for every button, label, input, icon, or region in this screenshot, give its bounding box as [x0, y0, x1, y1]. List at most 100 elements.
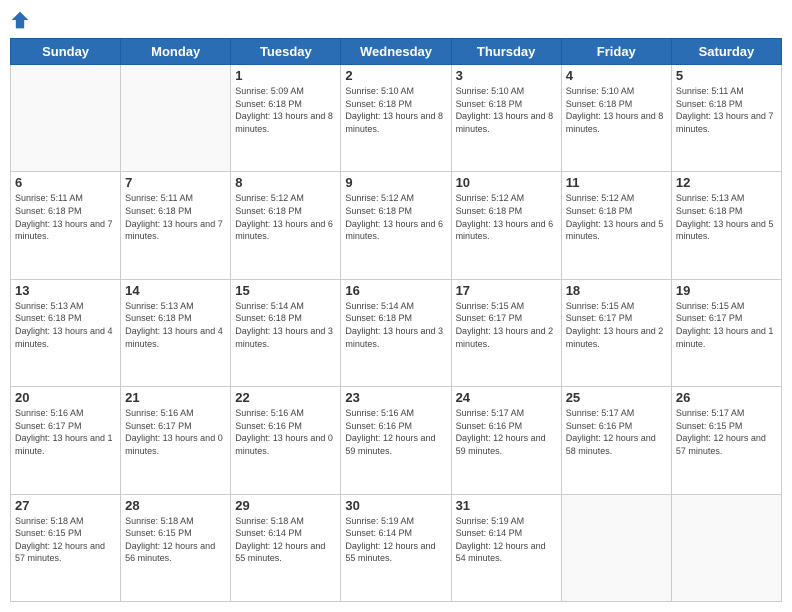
day-cell: 16 Sunrise: 5:14 AM Sunset: 6:18 PM Dayli…: [341, 279, 451, 386]
day-info: Sunrise: 5:16 AM Sunset: 6:17 PM Dayligh…: [15, 407, 116, 457]
day-info: Sunrise: 5:09 AM Sunset: 6:18 PM Dayligh…: [235, 85, 336, 135]
day-number: 13: [15, 283, 116, 298]
day-number: 6: [15, 175, 116, 190]
day-cell: 1 Sunrise: 5:09 AM Sunset: 6:18 PM Daylig…: [231, 65, 341, 172]
day-cell: [561, 494, 671, 601]
header-row: SundayMondayTuesdayWednesdayThursdayFrid…: [11, 39, 782, 65]
logo-icon: [10, 10, 30, 30]
page: SundayMondayTuesdayWednesdayThursdayFrid…: [0, 0, 792, 612]
day-cell: 13Sunrise: 5:13 AM Sunset: 6:18 PM Dayli…: [11, 279, 121, 386]
day-info: Sunrise: 5:18 AM Sunset: 6:15 PM Dayligh…: [15, 515, 116, 565]
day-info: Sunrise: 5:19 AM Sunset: 6:14 PM Dayligh…: [456, 515, 557, 565]
day-cell: 23 Sunrise: 5:16 AM Sunset: 6:16 PM Dayli…: [341, 387, 451, 494]
day-header-friday: Friday: [561, 39, 671, 65]
day-cell: 31 Sunrise: 5:19 AM Sunset: 6:14 PM Dayli…: [451, 494, 561, 601]
day-cell: 21 Sunrise: 5:16 AM Sunset: 6:17 PM Dayli…: [121, 387, 231, 494]
day-info: Sunrise: 5:16 AM Sunset: 6:17 PM Dayligh…: [125, 407, 226, 457]
day-cell: 29Sunrise: 5:18 AM Sunset: 6:14 PM Dayli…: [231, 494, 341, 601]
day-number: 10: [456, 175, 557, 190]
day-info: Sunrise: 5:12 AM Sunset: 6:18 PM Dayligh…: [566, 192, 667, 242]
day-cell: 15 Sunrise: 5:14 AM Sunset: 6:18 PM Dayli…: [231, 279, 341, 386]
day-info: Sunrise: 5:16 AM Sunset: 6:16 PM Dayligh…: [345, 407, 446, 457]
day-cell: 12 Sunrise: 5:13 AM Sunset: 6:18 PM Dayli…: [671, 172, 781, 279]
day-info: Sunrise: 5:15 AM Sunset: 6:17 PM Dayligh…: [676, 300, 777, 350]
day-cell: 10 Sunrise: 5:12 AM Sunset: 6:18 PM Dayli…: [451, 172, 561, 279]
day-info: Sunrise: 5:12 AM Sunset: 6:18 PM Dayligh…: [235, 192, 336, 242]
day-cell: 26 Sunrise: 5:17 AM Sunset: 6:15 PM Dayli…: [671, 387, 781, 494]
day-number: 2: [345, 68, 446, 83]
day-number: 12: [676, 175, 777, 190]
week-row-1: 1 Sunrise: 5:09 AM Sunset: 6:18 PM Daylig…: [11, 65, 782, 172]
day-info: Sunrise: 5:17 AM Sunset: 6:15 PM Dayligh…: [676, 407, 777, 457]
day-cell: 3 Sunrise: 5:10 AM Sunset: 6:18 PM Daylig…: [451, 65, 561, 172]
day-number: 21: [125, 390, 226, 405]
day-info: Sunrise: 5:11 AM Sunset: 6:18 PM Dayligh…: [15, 192, 116, 242]
day-cell: [11, 65, 121, 172]
day-number: 20: [15, 390, 116, 405]
day-number: 8: [235, 175, 336, 190]
day-cell: 8 Sunrise: 5:12 AM Sunset: 6:18 PM Daylig…: [231, 172, 341, 279]
day-number: 9: [345, 175, 446, 190]
day-number: 16: [345, 283, 446, 298]
week-row-2: 6 Sunrise: 5:11 AM Sunset: 6:18 PM Daylig…: [11, 172, 782, 279]
day-info: Sunrise: 5:10 AM Sunset: 6:18 PM Dayligh…: [456, 85, 557, 135]
day-cell: 6 Sunrise: 5:11 AM Sunset: 6:18 PM Daylig…: [11, 172, 121, 279]
week-row-3: 13 Sunrise: 5:13 AM Sunset: 6:18 PM Dayli…: [11, 279, 782, 386]
day-number: 3: [456, 68, 557, 83]
day-info: Sunrise: 5:12 AM Sunset: 6:18 PM Dayligh…: [345, 192, 446, 242]
day-info: Sunrise: 5:10 AM Sunset: 6:18 PM Dayligh…: [345, 85, 446, 135]
day-cell: [121, 65, 231, 172]
day-header-tuesday: Tuesday: [231, 39, 341, 65]
day-number: 29: [235, 498, 336, 513]
day-number: 24: [456, 390, 557, 405]
day-cell: 22 Sunrise: 5:16 AM Sunset: 6:16 PM Dayli…: [231, 387, 341, 494]
day-cell: 28 Sunrise: 5:18 AM Sunset: 6:15 PM Dayli…: [121, 494, 231, 601]
day-number: 1: [235, 68, 336, 83]
week-row-5: 27 Sunrise: 5:18 AM Sunset: 6:15 PM Dayli…: [11, 494, 782, 601]
day-info: Sunrise: 5:14 AM Sunset: 6:18 PM Dayligh…: [235, 300, 336, 350]
day-header-monday: Monday: [121, 39, 231, 65]
day-number: 23: [345, 390, 446, 405]
day-info: Sunrise: 5:15 AM Sunset: 6:17 PM Dayligh…: [566, 300, 667, 350]
day-cell: 11 Sunrise: 5:12 AM Sunset: 6:18 PM Dayli…: [561, 172, 671, 279]
day-number: 25: [566, 390, 667, 405]
day-info: Sunrise: 5:12 AM Sunset: 6:18 PM Dayligh…: [456, 192, 557, 242]
day-info: Sunrise: 5:17 AM Sunset: 6:16 PM Dayligh…: [456, 407, 557, 457]
day-cell: 17Sunrise: 5:15 AM Sunset: 6:17 PM Dayli…: [451, 279, 561, 386]
day-cell: 2 Sunrise: 5:10 AM Sunset: 6:18 PM Daylig…: [341, 65, 451, 172]
day-info: Sunrise: 5:15 AM Sunset: 6:17 PM Dayligh…: [456, 300, 557, 350]
day-number: 26: [676, 390, 777, 405]
day-info: Sunrise: 5:10 AM Sunset: 6:18 PM Dayligh…: [566, 85, 667, 135]
day-cell: 9 Sunrise: 5:12 AM Sunset: 6:18 PM Daylig…: [341, 172, 451, 279]
day-info: Sunrise: 5:14 AM Sunset: 6:18 PM Dayligh…: [345, 300, 446, 350]
day-info: Sunrise: 5:17 AM Sunset: 6:16 PM Dayligh…: [566, 407, 667, 457]
day-cell: 19 Sunrise: 5:15 AM Sunset: 6:17 PM Dayli…: [671, 279, 781, 386]
day-cell: 5Sunrise: 5:11 AM Sunset: 6:18 PM Daylig…: [671, 65, 781, 172]
day-info: Sunrise: 5:18 AM Sunset: 6:15 PM Dayligh…: [125, 515, 226, 565]
day-header-sunday: Sunday: [11, 39, 121, 65]
day-number: 22: [235, 390, 336, 405]
day-number: 19: [676, 283, 777, 298]
day-cell: 24 Sunrise: 5:17 AM Sunset: 6:16 PM Dayli…: [451, 387, 561, 494]
day-info: Sunrise: 5:13 AM Sunset: 6:18 PM Dayligh…: [125, 300, 226, 350]
day-cell: 14Sunrise: 5:13 AM Sunset: 6:18 PM Dayli…: [121, 279, 231, 386]
day-header-wednesday: Wednesday: [341, 39, 451, 65]
day-cell: 30Sunrise: 5:19 AM Sunset: 6:14 PM Dayli…: [341, 494, 451, 601]
day-info: Sunrise: 5:11 AM Sunset: 6:18 PM Dayligh…: [125, 192, 226, 242]
day-header-thursday: Thursday: [451, 39, 561, 65]
day-header-saturday: Saturday: [671, 39, 781, 65]
logo: [10, 10, 32, 30]
day-number: 11: [566, 175, 667, 190]
day-info: Sunrise: 5:16 AM Sunset: 6:16 PM Dayligh…: [235, 407, 336, 457]
day-number: 31: [456, 498, 557, 513]
day-number: 15: [235, 283, 336, 298]
day-cell: 7Sunrise: 5:11 AM Sunset: 6:18 PM Daylig…: [121, 172, 231, 279]
day-cell: 20 Sunrise: 5:16 AM Sunset: 6:17 PM Dayli…: [11, 387, 121, 494]
header: [10, 10, 782, 30]
day-cell: 18 Sunrise: 5:15 AM Sunset: 6:17 PM Dayli…: [561, 279, 671, 386]
day-info: Sunrise: 5:13 AM Sunset: 6:18 PM Dayligh…: [676, 192, 777, 242]
day-cell: [671, 494, 781, 601]
day-number: 18: [566, 283, 667, 298]
day-number: 27: [15, 498, 116, 513]
day-number: 28: [125, 498, 226, 513]
